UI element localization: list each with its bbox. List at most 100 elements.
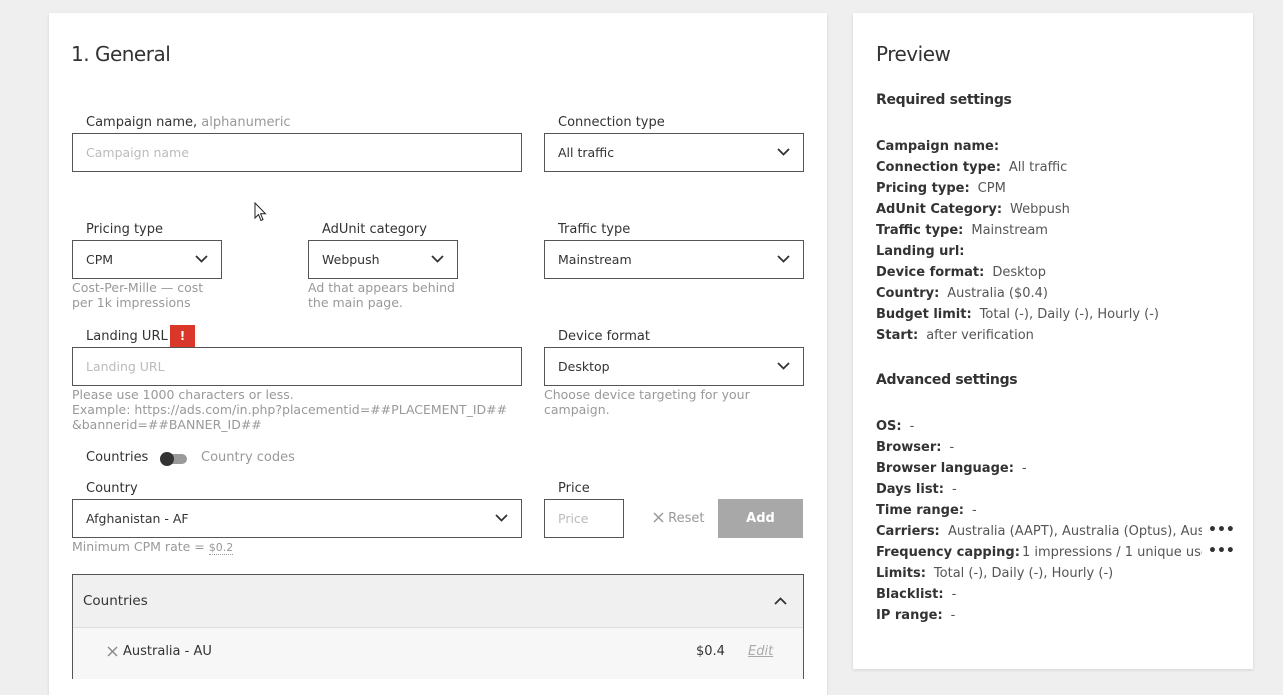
preview-row: Device format: Desktop <box>876 264 1046 282</box>
required-settings-title: Required settings <box>876 92 1012 108</box>
preview-row: Connection type: All traffic <box>876 159 1067 177</box>
preview-row: Country: Australia ($0.4) <box>876 285 1048 303</box>
preview-row: IP range: - <box>876 607 955 625</box>
adunit-category-value: Webpush <box>322 252 380 267</box>
device-format-label: Device format <box>558 329 650 344</box>
frequency-capping-value: 1 impressions / 1 unique user <box>1022 545 1202 560</box>
campaign-name-label-text: Campaign name, <box>86 115 198 130</box>
preview-key: Frequency capping: <box>876 545 1020 560</box>
preview-row: Carriers: <box>876 523 940 541</box>
section-title: 1. General <box>71 42 171 66</box>
preview-row: OS: - <box>876 418 914 436</box>
chevron-down-icon <box>431 255 444 263</box>
edit-link[interactable]: Edit <box>748 644 773 659</box>
landing-url-label: Landing URL <box>86 329 168 344</box>
reset-label: Reset <box>668 511 705 526</box>
countries-list-header[interactable]: Countries <box>73 575 803 628</box>
preview-value: - <box>1021 461 1027 476</box>
preview-row: Pricing type: CPM <box>876 180 1006 198</box>
more-icon[interactable]: ••• <box>1208 522 1235 538</box>
chevron-down-icon <box>495 514 508 522</box>
country-codes-toggle-label: Country codes <box>201 450 295 465</box>
landing-url-help-line: Example: https://ads.com/in.php?placemen… <box>72 402 508 417</box>
preview-key: Time range: <box>876 503 964 518</box>
chevron-down-icon <box>195 255 208 263</box>
preview-key: Browser language: <box>876 461 1014 476</box>
preview-value: Desktop <box>992 265 1046 280</box>
preview-key: AdUnit Category: <box>876 202 1003 217</box>
preview-key: Campaign name: <box>876 139 1000 154</box>
device-format-value: Desktop <box>558 359 610 374</box>
list-item: Australia - AU $0.4 Edit <box>73 628 803 679</box>
chevron-down-icon <box>777 255 790 263</box>
preview-row: Landing url: <box>876 243 972 261</box>
preview-value: All traffic <box>1008 160 1068 175</box>
add-button[interactable]: Add <box>718 499 803 538</box>
connection-type-label: Connection type <box>558 115 665 130</box>
close-icon <box>653 512 664 523</box>
chevron-up-icon[interactable] <box>774 596 787 606</box>
reset-button[interactable]: Reset <box>653 511 704 526</box>
landing-url-help-line: Please use 1000 characters or less. <box>72 387 294 402</box>
preview-key: Days list: <box>876 482 944 497</box>
toggle-knob <box>160 452 174 466</box>
landing-url-input[interactable]: Landing URL <box>72 347 522 386</box>
campaign-name-input[interactable]: Campaign name <box>72 133 522 172</box>
cursor-icon <box>254 202 267 222</box>
preview-key: Device format: <box>876 265 985 280</box>
preview-key: Country: <box>876 286 940 301</box>
preview-key: IP range: <box>876 608 943 623</box>
device-format-help: Choose device targeting for your campaig… <box>544 387 750 417</box>
min-cpm-rate-prefix: Minimum CPM rate = <box>72 539 209 554</box>
preview-key: Carriers: <box>876 524 940 539</box>
preview-value: - <box>909 419 915 434</box>
preview-value: Webpush <box>1010 202 1070 217</box>
preview-value: after verification <box>926 328 1034 343</box>
traffic-type-label: Traffic type <box>558 222 631 237</box>
preview-key: Start: <box>876 328 919 343</box>
landing-url-help: Please use 1000 characters or less. Exam… <box>72 387 507 432</box>
preview-key: Traffic type: <box>876 223 964 238</box>
connection-type-select[interactable]: All traffic <box>544 133 804 172</box>
preview-value: - <box>949 440 955 455</box>
connection-type-value: All traffic <box>558 145 615 160</box>
chevron-down-icon <box>777 148 790 156</box>
device-format-select[interactable]: Desktop <box>544 347 804 386</box>
campaign-name-label: Campaign name, alphanumeric <box>86 115 291 130</box>
preview-row: Campaign name: <box>876 138 1007 156</box>
preview-row: Traffic type: Mainstream <box>876 222 1048 240</box>
preview-row: Browser language: - <box>876 460 1027 478</box>
preview-title: Preview <box>876 42 951 66</box>
chevron-down-icon <box>777 362 790 370</box>
preview-row: Limits: Total (-), Daily (-), Hourly (-) <box>876 565 1113 583</box>
landing-url-help-line: &bannerid=##BANNER_ID## <box>72 417 262 432</box>
carriers-value: Australia (AAPT), Australia (Optus), Aus… <box>948 524 1202 539</box>
preview-row: Blacklist: - <box>876 586 956 604</box>
adunit-category-help: Ad that appears behind the main page. <box>308 280 455 310</box>
adunit-category-select[interactable]: Webpush <box>308 240 458 279</box>
remove-icon[interactable] <box>107 646 118 657</box>
preview-key: OS: <box>876 419 902 434</box>
countries-list-title: Countries <box>83 593 148 609</box>
min-cpm-rate: Minimum CPM rate = $0.2 <box>72 539 234 555</box>
preview-value: - <box>950 608 956 623</box>
preview-row: Frequency capping: <box>876 544 1020 562</box>
traffic-type-select[interactable]: Mainstream <box>544 240 804 279</box>
preview-value: - <box>971 503 977 518</box>
preview-value: - <box>951 587 957 602</box>
preview-key: Connection type: <box>876 160 1001 175</box>
country-codes-toggle[interactable] <box>160 452 187 466</box>
preview-key: Browser: <box>876 440 942 455</box>
adunit-category-label: AdUnit category <box>322 222 427 237</box>
more-icon[interactable]: ••• <box>1208 543 1235 559</box>
price-label: Price <box>558 481 590 496</box>
min-cpm-rate-value: $0.2 <box>208 541 234 555</box>
preview-key: Blacklist: <box>876 587 944 602</box>
price-input[interactable]: Price <box>544 499 624 538</box>
country-select[interactable]: Afghanistan - AF <box>72 499 522 538</box>
preview-key: Landing url: <box>876 244 965 259</box>
pricing-type-select[interactable]: CPM <box>72 240 222 279</box>
preview-row: Start: after verification <box>876 327 1034 345</box>
pricing-type-help: Cost-Per-Mille — cost per 1k impressions <box>72 280 204 310</box>
preview-key: Budget limit: <box>876 307 972 322</box>
